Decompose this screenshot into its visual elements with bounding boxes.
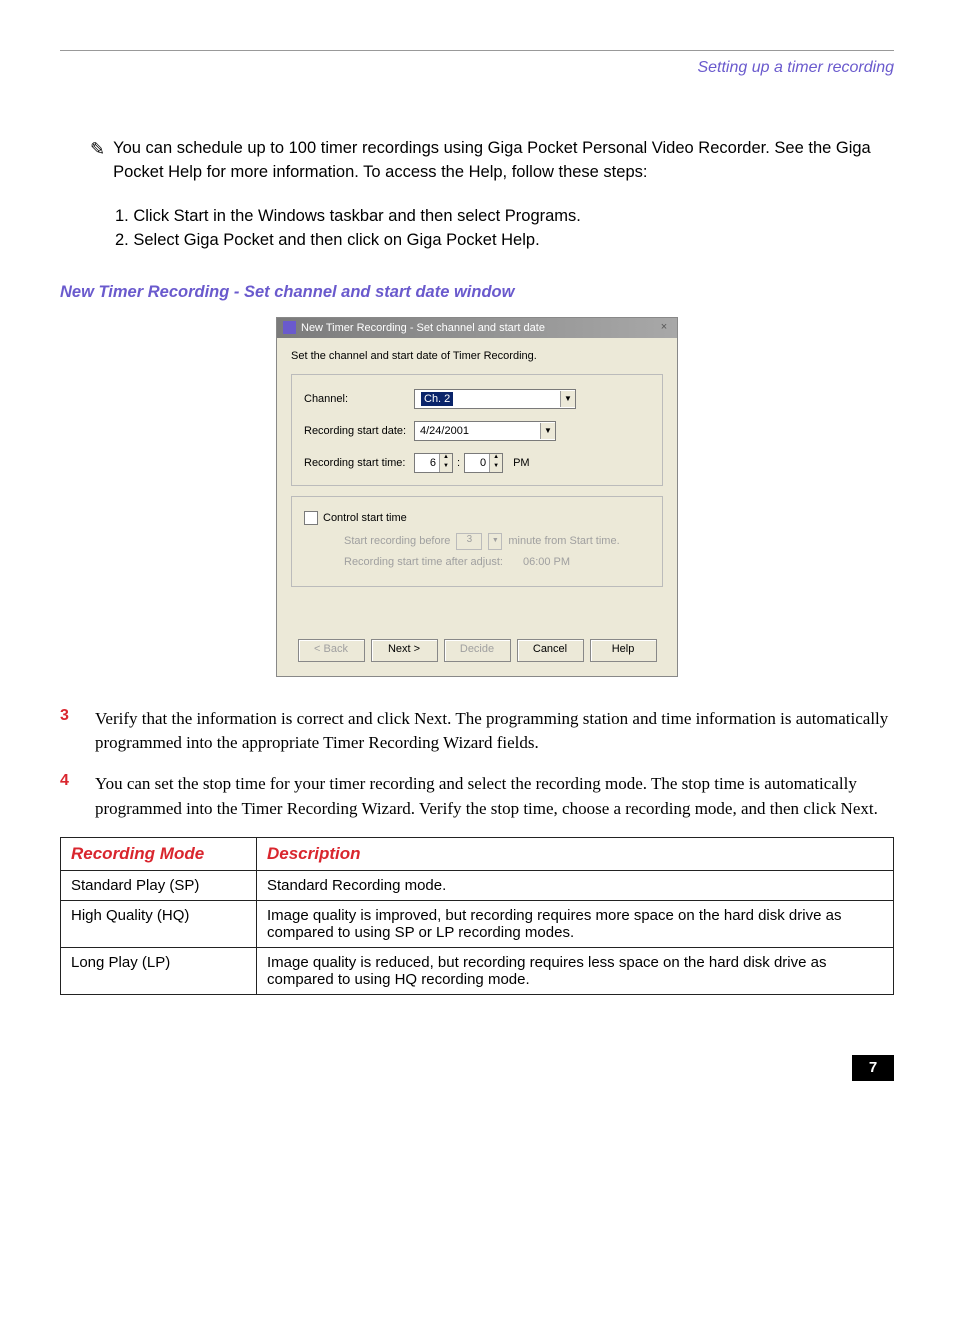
col-recording-mode: Recording Mode xyxy=(61,838,257,871)
step-4-text: You can set the stop time for your timer… xyxy=(95,772,894,821)
channel-label: Channel: xyxy=(304,393,414,405)
desc-cell: Standard Recording mode. xyxy=(257,871,894,901)
note-text: You can schedule up to 100 timer recordi… xyxy=(113,137,894,185)
cancel-button[interactable]: Cancel xyxy=(517,639,584,662)
table-row: High Quality (HQ) Image quality is impro… xyxy=(61,901,894,948)
start-before-suffix: minute from Start time. xyxy=(508,535,619,547)
desc-cell: Image quality is reduced, but recording … xyxy=(257,948,894,995)
after-adjust-value: 06:00 PM xyxy=(523,556,570,568)
start-time-label: Recording start time: xyxy=(304,457,414,469)
start-date-value: 4/24/2001 xyxy=(415,425,540,437)
step-number-4: 4 xyxy=(60,772,95,821)
spinner-down-icon[interactable]: ▼ xyxy=(490,463,502,472)
table-row: Standard Play (SP) Standard Recording mo… xyxy=(61,871,894,901)
table-header-row: Recording Mode Description xyxy=(61,838,894,871)
channel-dropdown[interactable]: Ch. 2 ▼ xyxy=(414,389,576,409)
start-date-dropdown[interactable]: 4/24/2001 ▼ xyxy=(414,421,556,441)
minute-spinner[interactable]: 0 ▲ ▼ xyxy=(464,453,503,473)
chevron-down-icon[interactable]: ▼ xyxy=(560,391,575,407)
channel-value: Ch. 2 xyxy=(421,392,453,406)
recording-mode-table: Recording Mode Description Standard Play… xyxy=(60,837,894,995)
app-icon xyxy=(283,321,296,334)
start-date-label: Recording start date: xyxy=(304,425,414,437)
spinner-up-icon[interactable]: ▲ xyxy=(440,454,452,463)
col-description: Description xyxy=(257,838,894,871)
time-separator: : xyxy=(457,457,460,469)
next-button[interactable]: Next > xyxy=(371,639,438,662)
note-icon: ✎ xyxy=(90,139,105,160)
mode-cell: Standard Play (SP) xyxy=(61,871,257,901)
control-start-group: Control start time Start recording befor… xyxy=(291,496,663,587)
spinner-up-icon[interactable]: ▲ xyxy=(490,454,502,463)
after-adjust-label: Recording start time after adjust: xyxy=(344,556,503,568)
ampm-label: PM xyxy=(513,457,530,469)
channel-date-group: Channel: Ch. 2 ▼ Recording start date: 4… xyxy=(291,374,663,486)
back-button: < Back xyxy=(298,639,365,662)
control-start-label: Control start time xyxy=(323,512,407,524)
timer-recording-dialog: New Timer Recording - Set channel and st… xyxy=(276,317,678,677)
start-before-value: 3 xyxy=(456,533,482,550)
mode-cell: Long Play (LP) xyxy=(61,948,257,995)
note-step-1: 1. Click Start in the Windows taskbar an… xyxy=(115,205,894,229)
section-heading: New Timer Recording - Set channel and st… xyxy=(60,283,894,302)
desc-cell: Image quality is improved, but recording… xyxy=(257,901,894,948)
minute-value: 0 xyxy=(465,457,489,469)
hour-spinner[interactable]: 6 ▲ ▼ xyxy=(414,453,453,473)
step-number-3: 3 xyxy=(60,707,95,756)
hour-value: 6 xyxy=(415,457,439,469)
step-3-text: Verify that the information is correct a… xyxy=(95,707,894,756)
chevron-down-icon[interactable]: ▼ xyxy=(540,423,555,439)
control-start-checkbox[interactable] xyxy=(304,511,318,525)
dialog-title: New Timer Recording - Set channel and st… xyxy=(301,322,545,334)
header-divider xyxy=(60,50,894,51)
close-icon[interactable]: × xyxy=(657,321,671,335)
dialog-titlebar: New Timer Recording - Set channel and st… xyxy=(277,318,677,338)
table-row: Long Play (LP) Image quality is reduced,… xyxy=(61,948,894,995)
mode-cell: High Quality (HQ) xyxy=(61,901,257,948)
breadcrumb: Setting up a timer recording xyxy=(60,59,894,77)
decide-button: Decide xyxy=(444,639,511,662)
page-number: 7 xyxy=(852,1055,894,1081)
dialog-instruction: Set the channel and start date of Timer … xyxy=(291,350,663,362)
note-step-2: 2. Select Giga Pocket and then click on … xyxy=(115,229,894,253)
start-before-label: Start recording before xyxy=(344,535,450,547)
help-button[interactable]: Help xyxy=(590,639,657,662)
spinner-down-icon[interactable]: ▼ xyxy=(440,463,452,472)
chevron-down-icon: ▼ xyxy=(488,533,502,550)
